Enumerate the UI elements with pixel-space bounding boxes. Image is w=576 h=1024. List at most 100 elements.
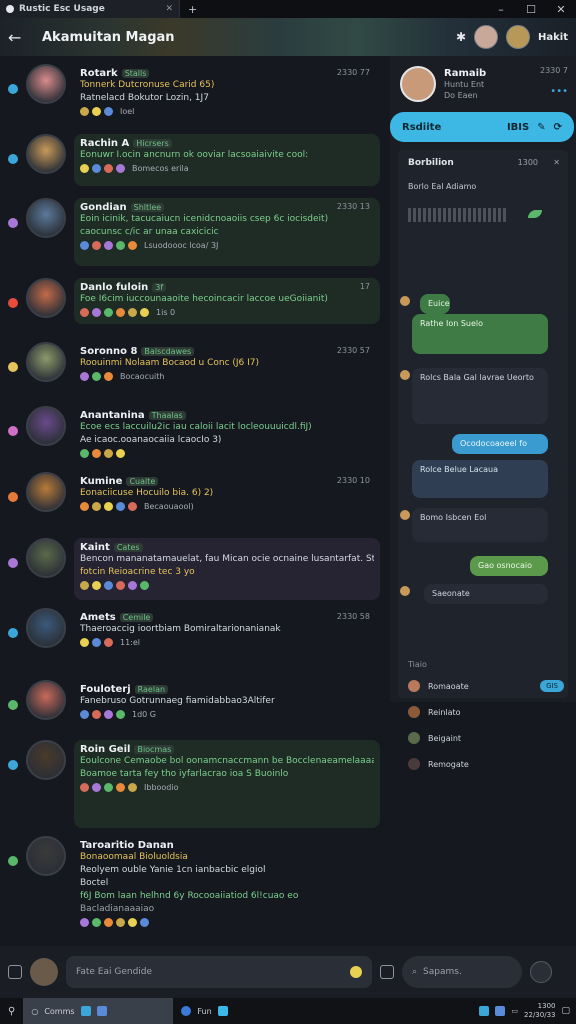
thread-message[interactable]: Bomo Isbcen Eol	[412, 508, 548, 542]
reaction-emoji-icon[interactable]	[104, 783, 113, 792]
composer-avatar[interactable]	[30, 958, 58, 986]
avatar[interactable]	[26, 836, 66, 876]
avatar[interactable]	[26, 198, 66, 238]
sender-name[interactable]: Gondian	[80, 202, 127, 213]
new-tab-icon[interactable]: +	[188, 3, 197, 16]
reaction-emoji-icon[interactable]	[92, 710, 101, 719]
reaction-bar[interactable]: 1is 0	[80, 308, 374, 317]
reaction-emoji-icon[interactable]	[140, 581, 149, 590]
message-row[interactable]: Kaint Cates Bencon mananatamauelat, fau Mi…	[4, 538, 380, 600]
avatar[interactable]	[400, 296, 410, 306]
reaction-emoji-icon[interactable]	[92, 638, 101, 647]
avatar[interactable]	[26, 608, 66, 648]
message-input[interactable]: Fate Eai Gendide	[66, 956, 372, 988]
reaction-emoji-icon[interactable]	[116, 164, 125, 173]
reaction-emoji-icon[interactable]	[128, 783, 137, 792]
reaction-bar[interactable]	[80, 581, 374, 590]
avatar[interactable]	[26, 538, 66, 578]
member-item[interactable]: Beigaint	[408, 732, 564, 744]
reaction-emoji-icon[interactable]	[92, 502, 101, 511]
notifications-icon[interactable]: ▢	[561, 1006, 570, 1016]
thread-message[interactable]: Rathe Ion Suelo	[412, 314, 548, 354]
thread-message[interactable]: Ocodocoaoeel fo	[452, 434, 548, 454]
reaction-emoji-icon[interactable]	[92, 918, 101, 927]
reaction-emoji-icon[interactable]	[92, 241, 101, 250]
thread-message[interactable]: Rolcs Bala Gal lavrae Ueorto	[412, 368, 548, 424]
reaction-emoji-icon[interactable]	[80, 241, 89, 250]
reaction-emoji-icon[interactable]	[80, 502, 89, 511]
sender-name[interactable]: Kumine	[80, 476, 122, 487]
sender-name[interactable]: Danlo fuloin	[80, 282, 148, 293]
reaction-emoji-icon[interactable]	[104, 241, 113, 250]
attach-icon[interactable]	[8, 965, 22, 979]
reaction-emoji-icon[interactable]	[80, 638, 89, 647]
reaction-emoji-icon[interactable]	[116, 241, 125, 250]
member-item[interactable]: Romaoate GIS	[408, 680, 564, 692]
reaction-bar[interactable]: 11:el	[80, 638, 374, 647]
reaction-emoji-icon[interactable]	[80, 164, 89, 173]
reaction-emoji-icon[interactable]	[116, 581, 125, 590]
reaction-emoji-icon[interactable]	[104, 164, 113, 173]
sender-name[interactable]: Rachin A	[80, 138, 129, 149]
reaction-emoji-icon[interactable]	[116, 449, 125, 458]
reaction-emoji-icon[interactable]	[116, 308, 125, 317]
reaction-emoji-icon[interactable]	[116, 918, 125, 927]
close-button[interactable]: ✕	[546, 0, 576, 18]
sender-name[interactable]: Soronno 8	[80, 346, 137, 357]
current-user-name[interactable]: Hakit	[538, 32, 568, 43]
reaction-emoji-icon[interactable]	[116, 502, 125, 511]
reaction-emoji-icon[interactable]	[92, 783, 101, 792]
refresh-icon[interactable]: ⟳	[554, 122, 562, 133]
screen-share-icon[interactable]	[380, 965, 394, 979]
avatar[interactable]	[26, 64, 66, 104]
avatar[interactable]	[26, 134, 66, 174]
pin-icon[interactable]: ✱	[456, 30, 466, 44]
message-row[interactable]: Fouloterj Raelan Fanebruso Gotrunnaeg fiam…	[4, 680, 380, 728]
avatar[interactable]	[26, 406, 66, 446]
message-row[interactable]: Amets Cemile 2330 58 Thaeroaccig ioortbiam …	[4, 608, 380, 668]
reaction-emoji-icon[interactable]	[140, 308, 149, 317]
reaction-emoji-icon[interactable]	[80, 107, 89, 116]
emoji-icon[interactable]	[350, 966, 362, 978]
message-row[interactable]: Roin Geil Biocmas Eoulcone Cemaobe bol oon…	[4, 740, 380, 828]
edit-icon[interactable]: ✎	[537, 122, 545, 133]
avatar[interactable]	[26, 680, 66, 720]
avatar[interactable]	[400, 510, 410, 520]
reaction-emoji-icon[interactable]	[104, 502, 113, 511]
reaction-emoji-icon[interactable]	[80, 581, 89, 590]
thread-message[interactable]: Saeonate	[424, 584, 548, 604]
battery-icon[interactable]: ▭	[511, 1007, 518, 1015]
message-row[interactable]: Soronno 8 Balscdawes 2330 57 Roouinmi Nolaa…	[4, 342, 380, 394]
avatar[interactable]	[400, 370, 410, 380]
settings-icon[interactable]	[530, 961, 552, 983]
reaction-emoji-icon[interactable]	[104, 308, 113, 317]
message-row[interactable]: Anantanina Thaalas Ecoe ecs laccuilu2ic ia…	[4, 406, 380, 462]
avatar[interactable]	[26, 740, 66, 780]
reaction-emoji-icon[interactable]	[128, 308, 137, 317]
member-item[interactable]: Reinlato	[408, 706, 564, 718]
avatar[interactable]	[26, 342, 66, 382]
maximize-button[interactable]: ☐	[516, 0, 546, 18]
reaction-emoji-icon[interactable]	[80, 449, 89, 458]
avatar[interactable]	[474, 25, 499, 49]
taskbar-item-fun[interactable]: Fun	[173, 998, 235, 1024]
avatar[interactable]	[26, 278, 66, 318]
reaction-emoji-icon[interactable]	[128, 581, 137, 590]
reaction-bar[interactable]: Bocaocuith	[80, 372, 374, 381]
reaction-emoji-icon[interactable]	[104, 449, 113, 458]
reaction-emoji-icon[interactable]	[128, 241, 137, 250]
reaction-emoji-icon[interactable]	[140, 918, 149, 927]
reaction-emoji-icon[interactable]	[116, 710, 125, 719]
close-icon[interactable]: ✕	[553, 158, 560, 167]
reaction-bar[interactable]: Lsuodoooc lcoa/ 3J	[80, 241, 374, 250]
sender-name[interactable]: Kaint	[80, 542, 110, 553]
reaction-bar[interactable]: Ibboodio	[80, 783, 374, 792]
reaction-emoji-icon[interactable]	[116, 783, 125, 792]
taskbar-item-comms[interactable]: ○ Comms	[23, 998, 174, 1024]
search-icon[interactable]: ⚲	[0, 998, 23, 1024]
reaction-emoji-icon[interactable]	[104, 581, 113, 590]
reaction-emoji-icon[interactable]	[104, 918, 113, 927]
sender-name[interactable]: Fouloterj	[80, 684, 131, 695]
reaction-emoji-icon[interactable]	[128, 502, 137, 511]
thread-message[interactable]: Euice	[420, 294, 450, 314]
